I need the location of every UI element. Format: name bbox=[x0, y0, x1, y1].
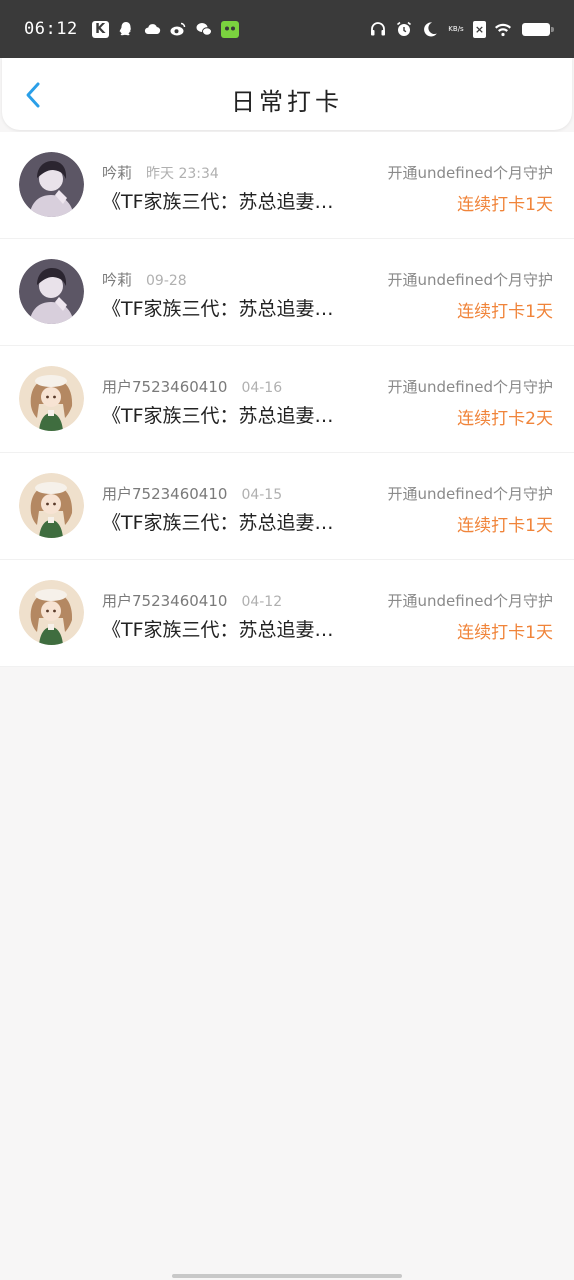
guard-text: 开通undefined个月守护 bbox=[387, 485, 553, 503]
wifi-icon bbox=[494, 20, 512, 38]
user-name: 用户7523460410 bbox=[102, 485, 228, 503]
user-line: 吟莉 昨天 23:34 bbox=[102, 162, 219, 183]
home-indicator[interactable] bbox=[172, 1274, 402, 1278]
cloud-icon bbox=[143, 20, 161, 38]
user-name: 吟莉 bbox=[102, 271, 133, 289]
streak-text: 连续打卡1天 bbox=[457, 195, 553, 215]
wechat-icon bbox=[195, 20, 213, 38]
checkin-time: 09-28 bbox=[146, 273, 187, 289]
guard-text: 开通undefined个月守护 bbox=[387, 592, 553, 610]
book-title: 《TF家族三代：苏总追妻… bbox=[102, 298, 334, 320]
guard-text: 开通undefined个月守护 bbox=[387, 271, 553, 289]
avatar[interactable] bbox=[19, 152, 84, 217]
page-header: 日常打卡 bbox=[2, 58, 572, 130]
record-row[interactable]: 用户7523460410 04-16 《TF家族三代：苏总追妻… 开通undefi… bbox=[0, 346, 574, 453]
user-name: 吟莉 bbox=[102, 164, 133, 182]
streak-text: 连续打卡1天 bbox=[457, 516, 553, 536]
weibo-icon bbox=[169, 20, 187, 38]
book-title: 《TF家族三代：苏总追妻… bbox=[102, 405, 334, 427]
user-line: 吟莉 09-28 bbox=[102, 269, 187, 290]
checkin-time: 04-12 bbox=[241, 594, 283, 610]
qq-icon bbox=[117, 20, 135, 38]
x-box-icon: × bbox=[473, 20, 486, 38]
status-time: 06:12 bbox=[24, 19, 78, 39]
green-app-icon bbox=[220, 20, 239, 38]
streak-text: 连续打卡1天 bbox=[457, 302, 553, 322]
checkin-time: 04-15 bbox=[241, 487, 283, 503]
headphones-icon bbox=[369, 20, 387, 38]
user-name: 用户7523460410 bbox=[102, 592, 228, 610]
book-title: 《TF家族三代：苏总追妻… bbox=[102, 191, 334, 213]
record-row[interactable]: 吟莉 昨天 23:34 《TF家族三代：苏总追妻… 开通undefined个月守护… bbox=[0, 132, 574, 239]
page-title: 日常打卡 bbox=[231, 88, 343, 116]
avatar[interactable] bbox=[19, 580, 84, 645]
status-bar-left: 06:12 K bbox=[24, 19, 239, 39]
record-row[interactable]: 吟莉 09-28 《TF家族三代：苏总追妻… 开通undefined个月守护 连续… bbox=[0, 239, 574, 346]
guard-text: 开通undefined个月守护 bbox=[387, 164, 553, 182]
battery-icon bbox=[522, 22, 554, 36]
checkin-time: 昨天 23:34 bbox=[146, 166, 219, 182]
user-line: 用户7523460410 04-12 bbox=[102, 590, 282, 611]
k-app-icon: K bbox=[91, 20, 109, 38]
user-name: 用户7523460410 bbox=[102, 378, 228, 396]
streak-text: 连续打卡2天 bbox=[457, 409, 553, 429]
book-title: 《TF家族三代：苏总追妻… bbox=[102, 619, 334, 641]
streak-text: 连续打卡1天 bbox=[457, 623, 553, 643]
status-bar: 06:12 K KB/s × bbox=[0, 0, 574, 58]
checkin-time: 04-16 bbox=[241, 380, 283, 396]
status-bar-right: KB/s × bbox=[369, 20, 554, 38]
alarm-icon bbox=[395, 20, 413, 38]
record-row[interactable]: 用户7523460410 04-15 《TF家族三代：苏总追妻… 开通undefi… bbox=[0, 453, 574, 560]
user-line: 用户7523460410 04-15 bbox=[102, 483, 282, 504]
avatar[interactable] bbox=[19, 366, 84, 431]
avatar[interactable] bbox=[19, 473, 84, 538]
record-row[interactable]: 用户7523460410 04-12 《TF家族三代：苏总追妻… 开通undefi… bbox=[0, 560, 574, 667]
guard-text: 开通undefined个月守护 bbox=[387, 378, 553, 396]
avatar[interactable] bbox=[19, 259, 84, 324]
moon-icon bbox=[421, 20, 439, 38]
user-line: 用户7523460410 04-16 bbox=[102, 376, 282, 397]
network-speed-icon: KB/s bbox=[448, 25, 464, 33]
checkin-record-list: 吟莉 昨天 23:34 《TF家族三代：苏总追妻… 开通undefined个月守护… bbox=[0, 132, 574, 667]
book-title: 《TF家族三代：苏总追妻… bbox=[102, 512, 334, 534]
